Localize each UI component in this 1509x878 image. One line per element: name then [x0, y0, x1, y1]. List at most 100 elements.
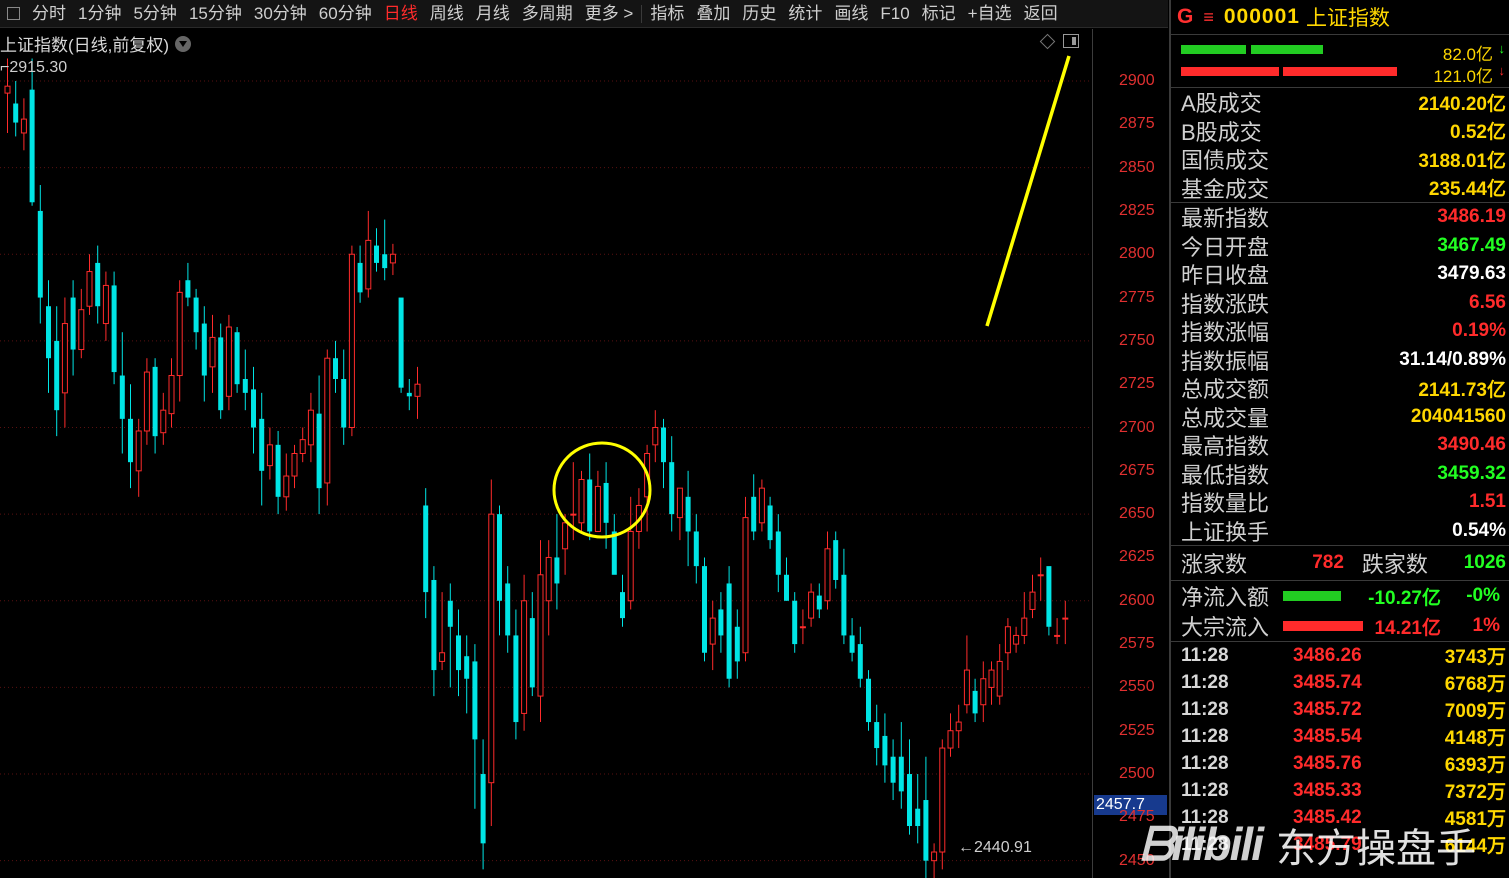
candle[interactable]: [333, 340, 338, 393]
candle[interactable]: [709, 600, 716, 671]
candle[interactable]: [1004, 618, 1011, 671]
candle[interactable]: [152, 358, 158, 454]
candle[interactable]: [882, 713, 888, 783]
g-icon[interactable]: G: [1177, 5, 1193, 29]
toolbar-item[interactable]: 分时: [26, 0, 72, 28]
toolbar-item[interactable]: 5分钟: [127, 0, 182, 28]
toolbar-item[interactable]: 指标: [644, 0, 690, 28]
candle[interactable]: [218, 323, 224, 419]
candle[interactable]: [923, 756, 929, 878]
candle[interactable]: [767, 496, 773, 549]
diamond-icon[interactable]: [1039, 33, 1056, 49]
tick-row[interactable]: 11:28 3485.76 6393万: [1171, 750, 1509, 777]
candle[interactable]: [439, 592, 446, 671]
kline-chart-svg[interactable]: [0, 29, 1092, 878]
candle[interactable]: [537, 540, 544, 723]
candle[interactable]: [1037, 557, 1044, 601]
candle[interactable]: [20, 98, 27, 151]
candle[interactable]: [1029, 574, 1036, 619]
candle[interactable]: [160, 392, 167, 445]
candle[interactable]: [521, 574, 528, 731]
candle[interactable]: [316, 375, 322, 515]
candle[interactable]: [824, 531, 831, 610]
candle[interactable]: [111, 271, 117, 385]
candle[interactable]: [734, 609, 740, 679]
candle[interactable]: [554, 514, 560, 610]
candle[interactable]: [849, 618, 855, 662]
candle[interactable]: [545, 540, 552, 636]
sidebar-toggle-icon[interactable]: [1063, 34, 1079, 48]
candle[interactable]: [611, 514, 617, 575]
candle[interactable]: [348, 245, 355, 437]
candle[interactable]: [1054, 618, 1061, 645]
candle[interactable]: [324, 349, 331, 506]
candle[interactable]: [251, 366, 256, 454]
candle[interactable]: [963, 635, 970, 714]
candle[interactable]: [464, 635, 470, 714]
toolbar-item[interactable]: 历史: [736, 0, 782, 28]
candle[interactable]: [176, 280, 183, 402]
candle[interactable]: [751, 474, 757, 541]
toolbar-item[interactable]: 叠加: [690, 0, 736, 28]
candle[interactable]: [423, 488, 429, 619]
candle[interactable]: [758, 479, 765, 532]
candle[interactable]: [1013, 626, 1020, 653]
candle[interactable]: [374, 228, 379, 272]
candle[interactable]: [841, 548, 847, 645]
candle[interactable]: [1046, 566, 1052, 636]
candle[interactable]: [587, 453, 593, 541]
candle[interactable]: [866, 670, 871, 731]
candle[interactable]: [61, 297, 68, 428]
toolbar-item[interactable]: 统计: [782, 0, 828, 28]
candle[interactable]: [988, 661, 995, 705]
candle[interactable]: [365, 210, 372, 298]
candle[interactable]: [669, 436, 675, 532]
candle[interactable]: [488, 479, 495, 827]
toolbar-item[interactable]: 1分钟: [72, 0, 127, 28]
toolbar-item[interactable]: 日线: [378, 0, 424, 28]
candle[interactable]: [86, 254, 93, 315]
candle[interactable]: [693, 514, 699, 584]
kline-chart[interactable]: 上证指数(日线,前复权) ⌐2915.30 ←2440.91: [0, 29, 1092, 878]
candle[interactable]: [718, 592, 724, 653]
candle[interactable]: [78, 288, 85, 359]
candle[interactable]: [389, 243, 396, 276]
candle[interactable]: [742, 496, 749, 662]
candle[interactable]: [792, 592, 798, 653]
candle[interactable]: [898, 722, 904, 809]
candle[interactable]: [201, 306, 207, 402]
candle[interactable]: [143, 358, 150, 445]
candle[interactable]: [661, 418, 666, 489]
candle[interactable]: [890, 739, 896, 801]
candle[interactable]: [1062, 600, 1069, 645]
candle[interactable]: [307, 392, 314, 463]
candle[interactable]: [234, 327, 240, 393]
toolbar-item[interactable]: 标记: [916, 0, 962, 28]
candle[interactable]: [102, 271, 109, 341]
candle[interactable]: [29, 58, 35, 206]
candle[interactable]: [620, 574, 625, 627]
candle[interactable]: [972, 678, 978, 723]
toolbar-item[interactable]: 30分钟: [248, 0, 313, 28]
candle[interactable]: [128, 384, 133, 489]
candle[interactable]: [676, 487, 683, 541]
tick-row[interactable]: 11:28 3486.26 3743万: [1171, 642, 1509, 669]
candle[interactable]: [1021, 592, 1028, 645]
toolbar-item[interactable]: 返回: [1018, 0, 1064, 28]
candle[interactable]: [398, 297, 404, 393]
candle[interactable]: [955, 704, 962, 749]
toolbar-item[interactable]: 更多 >: [579, 0, 640, 28]
candle[interactable]: [242, 349, 248, 411]
toolbar-item[interactable]: 画线: [828, 0, 874, 28]
candle[interactable]: [505, 566, 511, 653]
candle[interactable]: [939, 739, 946, 870]
candle[interactable]: [594, 470, 601, 532]
toolbar-item[interactable]: F10: [874, 0, 915, 28]
candle[interactable]: [414, 366, 421, 419]
candle[interactable]: [299, 427, 306, 463]
candle[interactable]: [915, 774, 921, 844]
candle[interactable]: [702, 557, 707, 662]
chevron-down-icon[interactable]: [175, 35, 192, 52]
candle[interactable]: [431, 566, 437, 697]
candle[interactable]: [857, 626, 863, 688]
